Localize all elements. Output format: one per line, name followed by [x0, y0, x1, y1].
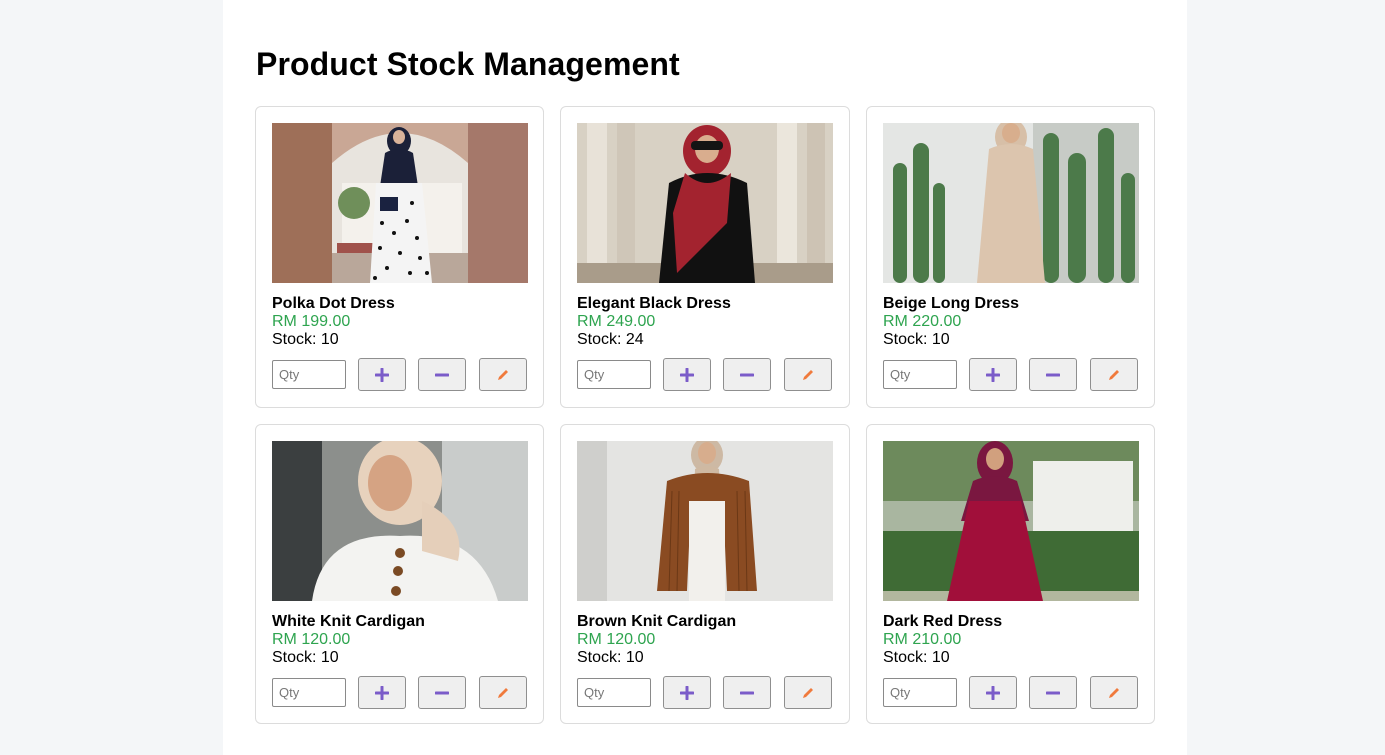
pencil-icon	[803, 687, 813, 698]
pencil-icon	[803, 369, 813, 380]
plus-icon	[375, 367, 389, 382]
product-name: Elegant Black Dress	[577, 295, 731, 312]
edit-product-button[interactable]	[479, 358, 527, 391]
product-image	[272, 441, 528, 601]
minus-icon	[435, 691, 449, 694]
edit-product-button[interactable]	[1090, 358, 1138, 391]
product-price: RM 210.00	[883, 631, 962, 648]
qty-input[interactable]	[883, 360, 957, 389]
increase-stock-button[interactable]	[663, 676, 711, 709]
product-price: RM 249.00	[577, 313, 656, 330]
qty-input[interactable]	[272, 678, 346, 707]
product-price: RM 120.00	[577, 631, 656, 648]
plus-icon	[375, 685, 389, 700]
product-card: Brown Knit Cardigan RM 120.00 Stock: 10	[560, 424, 850, 724]
pencil-icon	[498, 687, 508, 698]
qty-input[interactable]	[577, 678, 651, 707]
page-container: Product Stock Management Polka Dot Dress…	[223, 0, 1187, 755]
product-image	[577, 123, 833, 283]
minus-icon	[1046, 691, 1060, 694]
decrease-stock-button[interactable]	[723, 676, 771, 709]
edit-product-button[interactable]	[784, 676, 832, 709]
product-stock: Stock: 10	[577, 649, 644, 666]
product-card: White Knit Cardigan RM 120.00 Stock: 10	[255, 424, 544, 724]
stock-controls	[883, 676, 1139, 709]
product-stock: Stock: 10	[272, 649, 339, 666]
minus-icon	[740, 691, 754, 694]
qty-input[interactable]	[883, 678, 957, 707]
product-image	[577, 441, 833, 601]
product-price: RM 199.00	[272, 313, 351, 330]
increase-stock-button[interactable]	[663, 358, 711, 391]
increase-stock-button[interactable]	[969, 676, 1017, 709]
product-card: Beige Long Dress RM 220.00 Stock: 10	[866, 106, 1155, 408]
product-price: RM 220.00	[883, 313, 962, 330]
decrease-stock-button[interactable]	[1029, 358, 1077, 391]
product-name: Beige Long Dress	[883, 295, 1020, 312]
qty-input[interactable]	[272, 360, 346, 389]
page-title: Product Stock Management	[256, 46, 680, 82]
stock-controls	[577, 676, 833, 709]
product-image	[883, 123, 1139, 283]
plus-icon	[986, 685, 1000, 700]
increase-stock-button[interactable]	[358, 358, 406, 391]
decrease-stock-button[interactable]	[418, 358, 466, 391]
qty-input[interactable]	[577, 360, 651, 389]
plus-icon	[986, 367, 1000, 382]
plus-icon	[680, 685, 694, 700]
product-stock: Stock: 10	[883, 649, 950, 666]
pencil-icon	[1109, 369, 1119, 380]
decrease-stock-button[interactable]	[1029, 676, 1077, 709]
minus-icon	[435, 373, 449, 376]
edit-product-button[interactable]	[784, 358, 832, 391]
product-image	[272, 123, 528, 283]
stock-controls	[883, 358, 1139, 391]
product-card: Dark Red Dress RM 210.00 Stock: 10	[866, 424, 1155, 724]
product-name: Brown Knit Cardigan	[577, 613, 737, 630]
edit-product-button[interactable]	[479, 676, 527, 709]
decrease-stock-button[interactable]	[723, 358, 771, 391]
product-image	[883, 441, 1139, 601]
stock-controls	[272, 358, 528, 391]
product-name: White Knit Cardigan	[272, 613, 425, 630]
stock-controls	[272, 676, 528, 709]
stock-controls	[577, 358, 833, 391]
edit-product-button[interactable]	[1090, 676, 1138, 709]
product-name: Dark Red Dress	[883, 613, 1003, 630]
minus-icon	[740, 373, 754, 376]
pencil-icon	[1109, 687, 1119, 698]
product-stock: Stock: 10	[272, 331, 339, 348]
product-stock: Stock: 24	[577, 331, 644, 348]
product-card: Elegant Black Dress RM 249.00 Stock: 24	[560, 106, 850, 408]
product-card: Polka Dot Dress RM 199.00 Stock: 10	[255, 106, 544, 408]
increase-stock-button[interactable]	[969, 358, 1017, 391]
product-stock: Stock: 10	[883, 331, 950, 348]
product-grid: Polka Dot Dress RM 199.00 Stock: 10 Qty …	[255, 106, 1155, 724]
increase-stock-button[interactable]	[358, 676, 406, 709]
decrease-stock-button[interactable]	[418, 676, 466, 709]
plus-icon	[680, 367, 694, 382]
pencil-icon	[498, 369, 508, 380]
product-name: Polka Dot Dress	[272, 295, 395, 312]
product-price: RM 120.00	[272, 631, 351, 648]
minus-icon	[1046, 373, 1060, 376]
